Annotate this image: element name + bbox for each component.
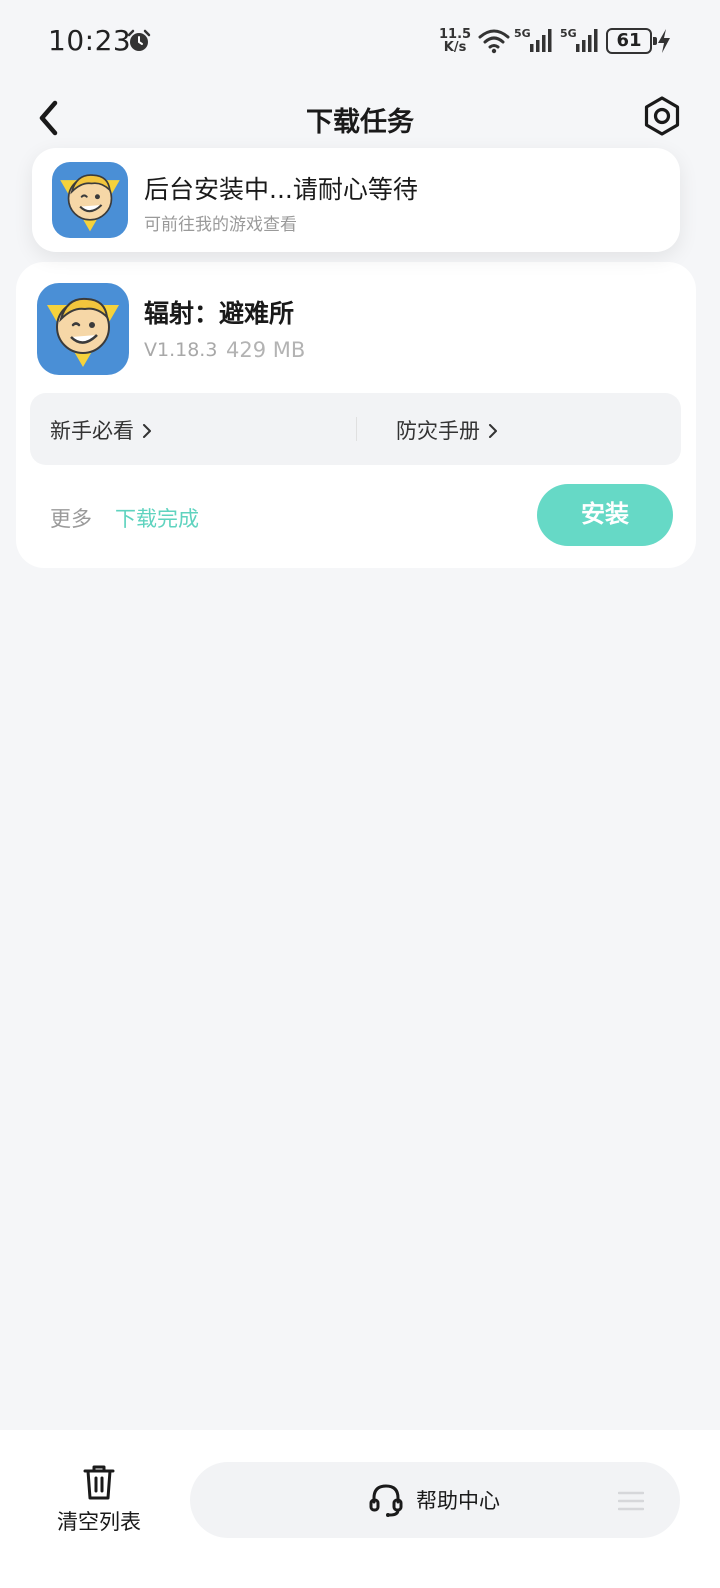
header: 下载任务 <box>0 82 720 152</box>
signal-icon: 5G <box>560 27 598 52</box>
clear-list-button[interactable]: 清空列表 <box>40 1462 158 1546</box>
beginner-guide-label: 新手必看 <box>50 419 134 443</box>
menu-icon[interactable] <box>618 1490 644 1512</box>
app-version: V1.18.3 <box>144 339 218 361</box>
help-center-label: 帮助中心 <box>416 1489 500 1513</box>
help-center-button[interactable]: 帮助中心 <box>190 1462 680 1538</box>
toast-subtitle: 可前往我的游戏查看 <box>144 215 297 235</box>
disaster-manual-label: 防灾手册 <box>396 419 480 443</box>
app-size: 429 MB <box>226 338 306 362</box>
status-time: 10:23 <box>48 24 132 57</box>
headset-icon <box>369 1484 403 1517</box>
bottom-bar: 清空列表 帮助中心 <box>0 1430 720 1588</box>
battery-indicator: 61 <box>606 28 657 54</box>
chevron-right-icon <box>489 424 497 438</box>
app-icon <box>52 162 128 238</box>
wifi-icon <box>478 29 510 54</box>
trash-icon <box>83 1465 115 1500</box>
charging-bolt-icon <box>658 29 670 53</box>
signal-icon: 5G <box>514 27 552 52</box>
quick-links-panel: 新手必看 防灾手册 <box>30 393 681 465</box>
download-status: 下载完成 <box>115 507 199 531</box>
sim1-label: 5G <box>514 27 531 40</box>
settings-icon[interactable] <box>640 94 684 138</box>
install-toast[interactable]: 后台安装中...请耐心等待 可前往我的游戏查看 <box>32 148 680 252</box>
app-icon[interactable] <box>37 283 129 375</box>
app-name[interactable]: 辐射：避难所 <box>144 294 294 330</box>
toast-title: 后台安装中...请耐心等待 <box>144 175 418 204</box>
clear-list-label: 清空列表 <box>57 1510 141 1534</box>
page-title: 下载任务 <box>306 107 414 138</box>
sim2-label: 5G <box>560 27 577 40</box>
alarm-icon <box>127 29 151 51</box>
beginner-guide-link[interactable]: 新手必看 <box>50 415 152 445</box>
install-button[interactable]: 安装 <box>537 484 673 546</box>
disaster-manual-link[interactable]: 防灾手册 <box>396 415 498 445</box>
chevron-right-icon <box>143 424 151 438</box>
more-button[interactable]: 更多 <box>50 503 92 533</box>
download-task-card: 辐射：避难所 V1.18.3 429 MB 新手必看 防灾手册 更多 下载完成 … <box>16 262 696 568</box>
divider <box>356 417 357 441</box>
status-bar: 10:23 11.5 K/s 5G 5G 61 <box>0 0 720 82</box>
network-speed: 11.5 K/s <box>439 28 471 54</box>
download-tasks-page: 10:23 11.5 K/s 5G 5G 61 下载任务 后台安装中...请耐心… <box>0 0 720 1588</box>
network-speed-unit: K/s <box>443 40 467 55</box>
